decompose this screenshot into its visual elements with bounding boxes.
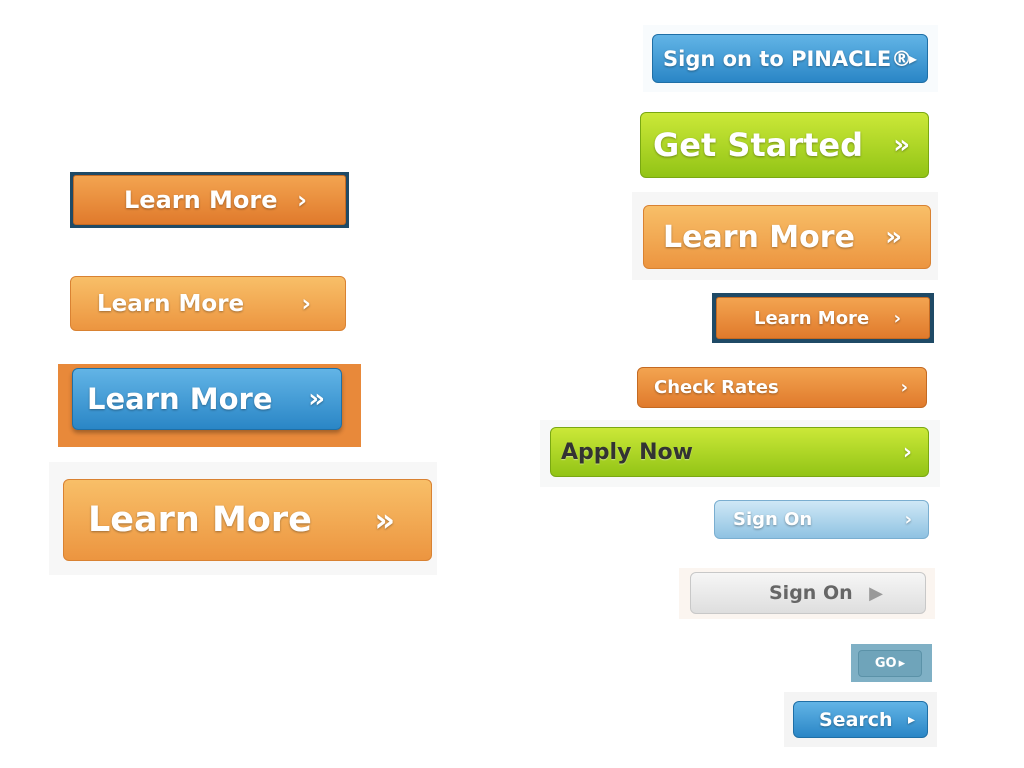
button-label: Learn More (663, 219, 855, 255)
chevron-right-icon: › (301, 290, 311, 317)
chevron-right-icon: › (904, 509, 912, 530)
button-label: GO (874, 656, 897, 671)
learn-more-button-2[interactable]: Learn More › (70, 276, 346, 331)
button-label: Learn More (87, 382, 273, 416)
double-chevron-icon: » (885, 222, 902, 252)
button-label: Learn More (97, 290, 245, 317)
chevron-right-icon: › (893, 307, 901, 329)
chevron-right-icon: › (900, 377, 908, 398)
button-label: Get Started (653, 126, 864, 164)
button-label: Learn More (88, 500, 312, 540)
learn-more-button-3[interactable]: Learn More » (72, 368, 342, 430)
play-arrow-icon: ▸ (898, 656, 906, 671)
button-label: Apply Now (561, 439, 693, 465)
button-label: Check Rates (654, 377, 779, 398)
button-label: Sign On (733, 509, 813, 530)
button-label: Search (819, 708, 893, 731)
sign-on-button-2[interactable]: Sign On ▶ (690, 572, 926, 614)
chevron-right-icon: › (902, 439, 912, 465)
learn-more-button-4[interactable]: Learn More » (63, 479, 432, 561)
button-label: Sign on to PINACLE® (663, 46, 913, 71)
sign-on-button-1[interactable]: Sign On › (714, 500, 929, 539)
double-chevron-icon: » (893, 130, 910, 160)
apply-now-button[interactable]: Apply Now › (550, 427, 929, 477)
button-label: Learn More (124, 186, 278, 214)
go-button[interactable]: GO ▸ (858, 650, 922, 677)
learn-more-button-5[interactable]: Learn More » (643, 205, 931, 269)
play-arrow-icon: ▶ (869, 582, 883, 604)
sign-on-pinacle-button[interactable]: Sign on to PINACLE® ▸ (652, 34, 928, 83)
double-chevron-icon: » (308, 384, 325, 414)
get-started-button[interactable]: Get Started » (640, 112, 929, 178)
play-arrow-icon: ▸ (908, 49, 917, 68)
double-chevron-icon: » (374, 501, 395, 539)
chevron-right-icon: › (297, 186, 307, 214)
learn-more-button-1[interactable]: Learn More › (73, 175, 346, 225)
button-label: Sign On (769, 582, 853, 604)
check-rates-button[interactable]: Check Rates › (637, 367, 927, 408)
learn-more-button-6[interactable]: Learn More › (716, 297, 930, 339)
button-label: Learn More (754, 307, 870, 329)
search-button[interactable]: Search ▸ (793, 701, 928, 738)
play-arrow-icon: ▸ (907, 711, 915, 728)
